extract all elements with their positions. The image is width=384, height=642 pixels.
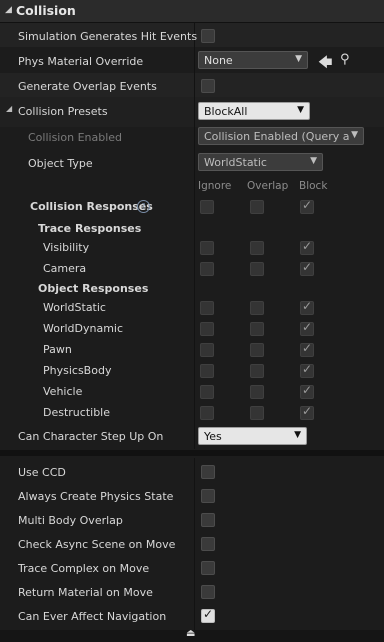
can-step-up-label: Can Character Step Up On	[18, 430, 164, 443]
use-ccd-label: Use CCD	[18, 466, 66, 479]
channel-label: Vehicle	[43, 385, 83, 398]
column-divider	[194, 458, 195, 630]
generate-overlap-events-checkbox[interactable]	[201, 79, 215, 93]
channel-label: PhysicsBody	[43, 364, 112, 377]
advanced-separator	[0, 450, 384, 456]
collision-presets-value: BlockAll	[204, 105, 248, 118]
channel-label: Destructible	[43, 406, 110, 419]
trace-complex-checkbox[interactable]	[201, 561, 215, 575]
channel-block-checkbox[interactable]: ✓	[300, 239, 314, 255]
column-ignore: Ignore	[198, 180, 232, 192]
channel-ignore-checkbox[interactable]	[200, 364, 214, 378]
channel-overlap-checkbox[interactable]	[250, 262, 264, 276]
check-async-scene-checkbox[interactable]	[201, 537, 215, 551]
channel-overlap-checkbox[interactable]	[250, 241, 264, 255]
channel-overlap-checkbox[interactable]	[250, 322, 264, 336]
channel-label: WorldStatic	[43, 301, 106, 314]
channel-overlap-checkbox[interactable]	[250, 301, 264, 315]
check-icon: ✓	[302, 362, 313, 376]
channel-overlap-checkbox[interactable]	[250, 364, 264, 378]
collapse-presets-icon[interactable]: ◢	[6, 104, 12, 113]
check-async-scene-label: Check Async Scene on Move	[18, 538, 176, 551]
question-icon[interactable]: ?	[137, 200, 150, 213]
always-create-physics-state-label: Always Create Physics State	[18, 490, 174, 503]
phys-material-value: None	[204, 54, 233, 67]
channel-block-checkbox[interactable]: ✓	[300, 299, 314, 315]
can-affect-navigation-checkbox[interactable]: ✓	[201, 607, 215, 623]
multi-body-overlap-checkbox[interactable]	[201, 513, 215, 527]
check-icon: ✓	[302, 260, 313, 274]
channel-overlap-checkbox[interactable]	[250, 385, 264, 399]
use-ccd-checkbox[interactable]	[201, 465, 215, 479]
channel-ignore-checkbox[interactable]	[200, 406, 214, 420]
check-icon: ✓	[302, 239, 313, 253]
multi-body-overlap-label: Multi Body Overlap	[18, 514, 123, 527]
trace-complex-label: Trace Complex on Move	[18, 562, 150, 575]
channel-block-checkbox[interactable]: ✓	[300, 260, 314, 276]
object-type-dropdown[interactable]: WorldStatic ▼	[198, 153, 323, 171]
always-create-physics-state-checkbox[interactable]	[201, 489, 215, 503]
channel-block-checkbox[interactable]: ✓	[300, 383, 314, 399]
object-type-label: Object Type	[28, 157, 93, 170]
responses-ignore-all-checkbox[interactable]	[200, 200, 214, 214]
collision-enabled-label: Collision Enabled	[28, 131, 123, 144]
chevron-down-icon: ▼	[297, 105, 304, 115]
channel-block-checkbox[interactable]: ✓	[300, 362, 314, 378]
responses-overlap-all-checkbox[interactable]	[250, 200, 264, 214]
channel-ignore-checkbox[interactable]	[200, 385, 214, 399]
magnifier-icon[interactable]: ⚲	[340, 52, 350, 67]
can-step-up-value: Yes	[204, 430, 222, 443]
arrow-left-icon[interactable]: 🡄	[318, 52, 332, 76]
channel-ignore-checkbox[interactable]	[200, 322, 214, 336]
channel-ignore-checkbox[interactable]	[200, 241, 214, 255]
chevron-down-icon: ▼	[294, 430, 301, 440]
phys-material-dropdown[interactable]: None ▼	[198, 51, 308, 69]
generate-overlap-events-label: Generate Overlap Events	[18, 80, 157, 93]
return-material-label: Return Material on Move	[18, 586, 153, 599]
collision-enabled-dropdown[interactable]: Collision Enabled (Query and ▼	[198, 127, 364, 145]
section-title: Collision	[16, 3, 76, 18]
channel-label: Camera	[43, 262, 87, 275]
sim-hit-events-checkbox[interactable]	[201, 29, 215, 43]
phys-material-override-label: Phys Material Override	[18, 55, 144, 68]
channel-overlap-checkbox[interactable]	[250, 406, 264, 420]
channel-block-checkbox[interactable]: ✓	[300, 320, 314, 336]
collision-enabled-value: Collision Enabled (Query and	[204, 130, 349, 143]
trace-responses-label: Trace Responses	[38, 222, 142, 235]
chevron-down-icon: ▼	[310, 156, 317, 166]
channel-block-checkbox[interactable]: ✓	[300, 341, 314, 357]
object-responses-label: Object Responses	[38, 282, 149, 295]
channel-label: WorldDynamic	[43, 322, 124, 335]
check-icon: ✓	[302, 320, 313, 334]
check-icon: ✓	[302, 299, 313, 313]
column-divider	[194, 23, 195, 449]
column-overlap: Overlap	[247, 180, 289, 192]
responses-block-all-checkbox[interactable]: ✓	[300, 198, 314, 214]
chevron-down-icon: ▼	[351, 130, 358, 140]
channel-ignore-checkbox[interactable]	[200, 262, 214, 276]
can-step-up-dropdown[interactable]: Yes ▼	[198, 427, 307, 445]
chevron-down-icon: ▼	[295, 54, 302, 64]
can-affect-navigation-label: Can Ever Affect Navigation	[18, 610, 167, 623]
channel-label: Visibility	[43, 241, 90, 254]
check-icon: ✓	[302, 404, 313, 418]
advanced-expander[interactable]: ⏏	[0, 628, 384, 642]
channel-overlap-checkbox[interactable]	[250, 343, 264, 357]
collision-presets-label: Collision Presets	[18, 105, 108, 118]
channel-label: Pawn	[43, 343, 72, 356]
check-icon: ✓	[302, 341, 313, 355]
return-material-checkbox[interactable]	[201, 585, 215, 599]
collision-responses-label: Collision Responses	[30, 200, 153, 213]
chevron-up-icon[interactable]: ⏏	[186, 628, 195, 639]
channel-ignore-checkbox[interactable]	[200, 343, 214, 357]
object-type-value: WorldStatic	[204, 156, 267, 169]
collision-section-header[interactable]: ◢ Collision	[0, 0, 384, 23]
collision-presets-dropdown[interactable]: BlockAll ▼	[198, 102, 310, 120]
check-icon: ✓	[302, 383, 313, 397]
column-block: Block	[299, 180, 328, 192]
collapse-triangle-icon[interactable]: ◢	[5, 5, 12, 15]
sim-hit-events-label: Simulation Generates Hit Events	[18, 30, 198, 43]
channel-ignore-checkbox[interactable]	[200, 301, 214, 315]
channel-block-checkbox[interactable]: ✓	[300, 404, 314, 420]
